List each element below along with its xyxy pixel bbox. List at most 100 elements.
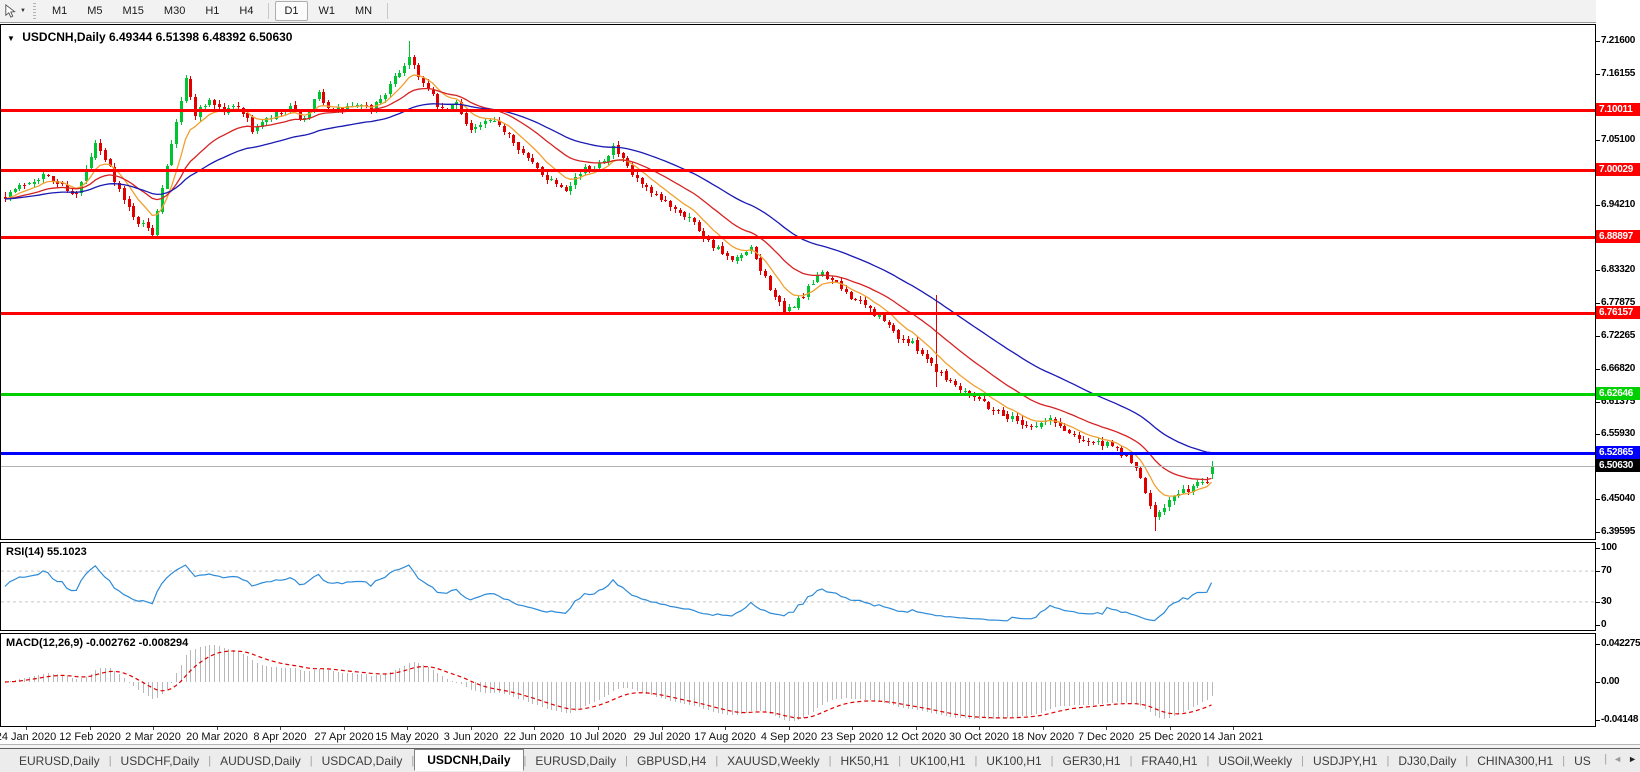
- macd-axis-value: 0.042275: [1601, 637, 1640, 651]
- horizontal-line-6.52865[interactable]: [1, 452, 1595, 455]
- price-axis[interactable]: 7.216007.161557.051006.942106.833206.778…: [1596, 0, 1640, 751]
- hline-price-label: 7.00029: [1596, 163, 1640, 176]
- scroll-tabs-right-icon[interactable]: ►: [1628, 754, 1637, 764]
- price-axis-value: 6.39595: [1601, 525, 1635, 539]
- chart-tab-fra40-h1[interactable]: FRA40,H1: [1132, 751, 1206, 771]
- macd-chart-canvas[interactable]: [1, 634, 1595, 726]
- timeframe-button-w1[interactable]: W1: [310, 1, 345, 21]
- chart-tab-uk100-h1[interactable]: UK100,H1: [977, 751, 1050, 771]
- chart-tab-eurusd-daily[interactable]: EURUSD,Daily: [10, 751, 109, 771]
- horizontal-line-7.10011[interactable]: [1, 109, 1595, 112]
- timeframe-button-m15[interactable]: M15: [114, 1, 153, 21]
- date-axis-tick: [1233, 727, 1234, 730]
- timeframe-button-h4[interactable]: H4: [230, 1, 262, 21]
- rsi-axis-value: 30: [1601, 595, 1612, 609]
- chart-tab-gbpusd-h4[interactable]: GBPUSD,H4: [628, 751, 715, 771]
- current-price-label: 6.50630: [1596, 459, 1640, 472]
- timeframe-button-m1[interactable]: M1: [43, 1, 76, 21]
- price-chart-panel[interactable]: ▼ USDCNH,Daily 6.49344 6.51398 6.48392 6…: [0, 24, 1596, 540]
- hline-price-label: 6.52865: [1596, 446, 1640, 459]
- current-price-line: [1, 466, 1595, 467]
- macd-axis-value: -0.04148: [1601, 713, 1638, 727]
- price-axis-value: 6.94210: [1601, 198, 1635, 212]
- date-axis-tick: [979, 727, 980, 730]
- chart-tabs-bar: EURUSD,Daily|USDCHF,Daily|AUDUSD,Daily|U…: [0, 748, 1640, 772]
- price-axis-tick: [1596, 402, 1600, 403]
- chart-tab-xauusd-weekly[interactable]: XAUUSD,Weekly: [718, 751, 828, 771]
- scroll-tabs-left-icon[interactable]: ◄: [1613, 754, 1622, 764]
- macd-axis-value: 0.00: [1601, 675, 1619, 689]
- rsi-axis-tick: [1596, 571, 1600, 572]
- price-axis-tick: [1596, 303, 1600, 304]
- cursor-icon: [3, 4, 18, 19]
- chart-tab-ger30-h1[interactable]: GER30,H1: [1054, 751, 1130, 771]
- chart-ohlc-values: 6.49344 6.51398 6.48392 6.50630: [109, 30, 293, 44]
- date-axis-tick: [1043, 727, 1044, 730]
- date-axis-tick: [852, 727, 853, 730]
- hline-price-label: 6.88897: [1596, 230, 1640, 243]
- date-axis-tick: [662, 727, 663, 730]
- timeframe-button-h1[interactable]: H1: [196, 1, 228, 21]
- hline-price-label: 6.62646: [1596, 387, 1640, 400]
- price-axis-value: 6.66820: [1601, 362, 1635, 376]
- timeframe-button-d1[interactable]: D1: [275, 1, 307, 21]
- dropdown-caret-icon: ▼: [20, 8, 26, 14]
- chart-tab-usdchf-daily[interactable]: USDCHF,Daily: [112, 751, 209, 771]
- price-axis-value: 7.05100: [1601, 133, 1635, 147]
- price-axis-tick: [1596, 532, 1600, 533]
- timeframe-button-mn[interactable]: MN: [346, 1, 381, 21]
- date-axis-tick: [916, 727, 917, 730]
- rsi-axis-tick: [1596, 602, 1600, 603]
- price-axis-tick: [1596, 140, 1600, 141]
- date-axis-tick: [789, 727, 790, 730]
- timeframe-buttons: M1M5M15M30H1H4 D1W1MN: [42, 0, 393, 22]
- rsi-line: [5, 565, 1212, 621]
- price-chart-canvas[interactable]: [1, 25, 1595, 539]
- rsi-indicator-panel[interactable]: RSI(14) 55.1023: [0, 542, 1596, 631]
- timeframe-button-m30[interactable]: M30: [155, 1, 194, 21]
- tab-scroll-arrows: | ◄ ►: [1604, 753, 1637, 765]
- chart-tab-usoil-weekly[interactable]: USOil,Weekly: [1209, 751, 1301, 771]
- horizontal-line-6.62646[interactable]: [1, 393, 1595, 396]
- chart-tab-dj30-daily[interactable]: DJ30,Daily: [1389, 751, 1465, 771]
- price-axis-tick: [1596, 336, 1600, 337]
- price-axis-tick: [1596, 205, 1600, 206]
- chart-tab-hk50-h1[interactable]: HK50,H1: [832, 751, 899, 771]
- price-axis-tick: [1596, 74, 1600, 75]
- ohlc-collapse-arrow[interactable]: ▼: [7, 34, 15, 43]
- price-axis-tick: [1596, 369, 1600, 370]
- toolbar-drag-handle[interactable]: [33, 3, 36, 19]
- rsi-axis-value: 100: [1601, 541, 1617, 555]
- macd-indicator-label: MACD(12,26,9) -0.002762 -0.008294: [6, 637, 188, 649]
- rsi-axis-value: 70: [1601, 564, 1612, 578]
- date-axis-tick: [1106, 727, 1107, 730]
- date-axis-tick: [725, 727, 726, 730]
- chart-title: ▼ USDCNH,Daily 6.49344 6.51398 6.48392 6…: [7, 30, 292, 44]
- chart-symbol-period: USDCNH,Daily: [22, 30, 105, 44]
- trading-app-window: ▼ M1M5M15M30H1H4 D1W1MN ▼ USDCNH,Daily 6.…: [0, 0, 1640, 772]
- macd-indicator-panel[interactable]: MACD(12,26,9) -0.002762 -0.008294: [0, 633, 1596, 727]
- date-axis-value: 14 Jan 2021: [1188, 731, 1278, 743]
- chart-tab-eurusd-daily[interactable]: EURUSD,Daily: [526, 751, 625, 771]
- price-axis-tick: [1596, 434, 1600, 435]
- chart-tab-usdjpy-h1[interactable]: USDJPY,H1: [1304, 751, 1386, 771]
- rsi-chart-canvas[interactable]: [1, 543, 1595, 630]
- rsi-indicator-label: RSI(14) 55.1023: [6, 546, 87, 558]
- chart-tab-usdcad-daily[interactable]: USDCAD,Daily: [313, 751, 412, 771]
- rsi-axis-tick: [1596, 548, 1600, 549]
- cursor-tool-button[interactable]: ▼: [0, 1, 29, 21]
- rsi-axis-value: 0: [1601, 618, 1606, 632]
- chart-tab-china300-h1[interactable]: CHINA300,H1: [1468, 751, 1562, 771]
- price-axis-value: 7.21600: [1601, 34, 1635, 48]
- chart-tab-uk100-h1[interactable]: UK100,H1: [901, 751, 974, 771]
- horizontal-line-7.00029[interactable]: [1, 169, 1595, 172]
- horizontal-line-6.76157[interactable]: [1, 312, 1595, 315]
- horizontal-line-6.88897[interactable]: [1, 236, 1595, 239]
- price-axis-value: 6.45040: [1601, 492, 1635, 506]
- chart-tab-audusd-daily[interactable]: AUDUSD,Daily: [211, 751, 310, 771]
- chart-tab-usdcnh-daily[interactable]: USDCNH,Daily: [414, 749, 523, 771]
- chart-tab-us[interactable]: US: [1565, 751, 1600, 771]
- timeframe-button-m5[interactable]: M5: [78, 1, 111, 21]
- price-axis-value: 6.83320: [1601, 263, 1635, 277]
- toolbar: ▼ M1M5M15M30H1H4 D1W1MN: [0, 0, 1640, 23]
